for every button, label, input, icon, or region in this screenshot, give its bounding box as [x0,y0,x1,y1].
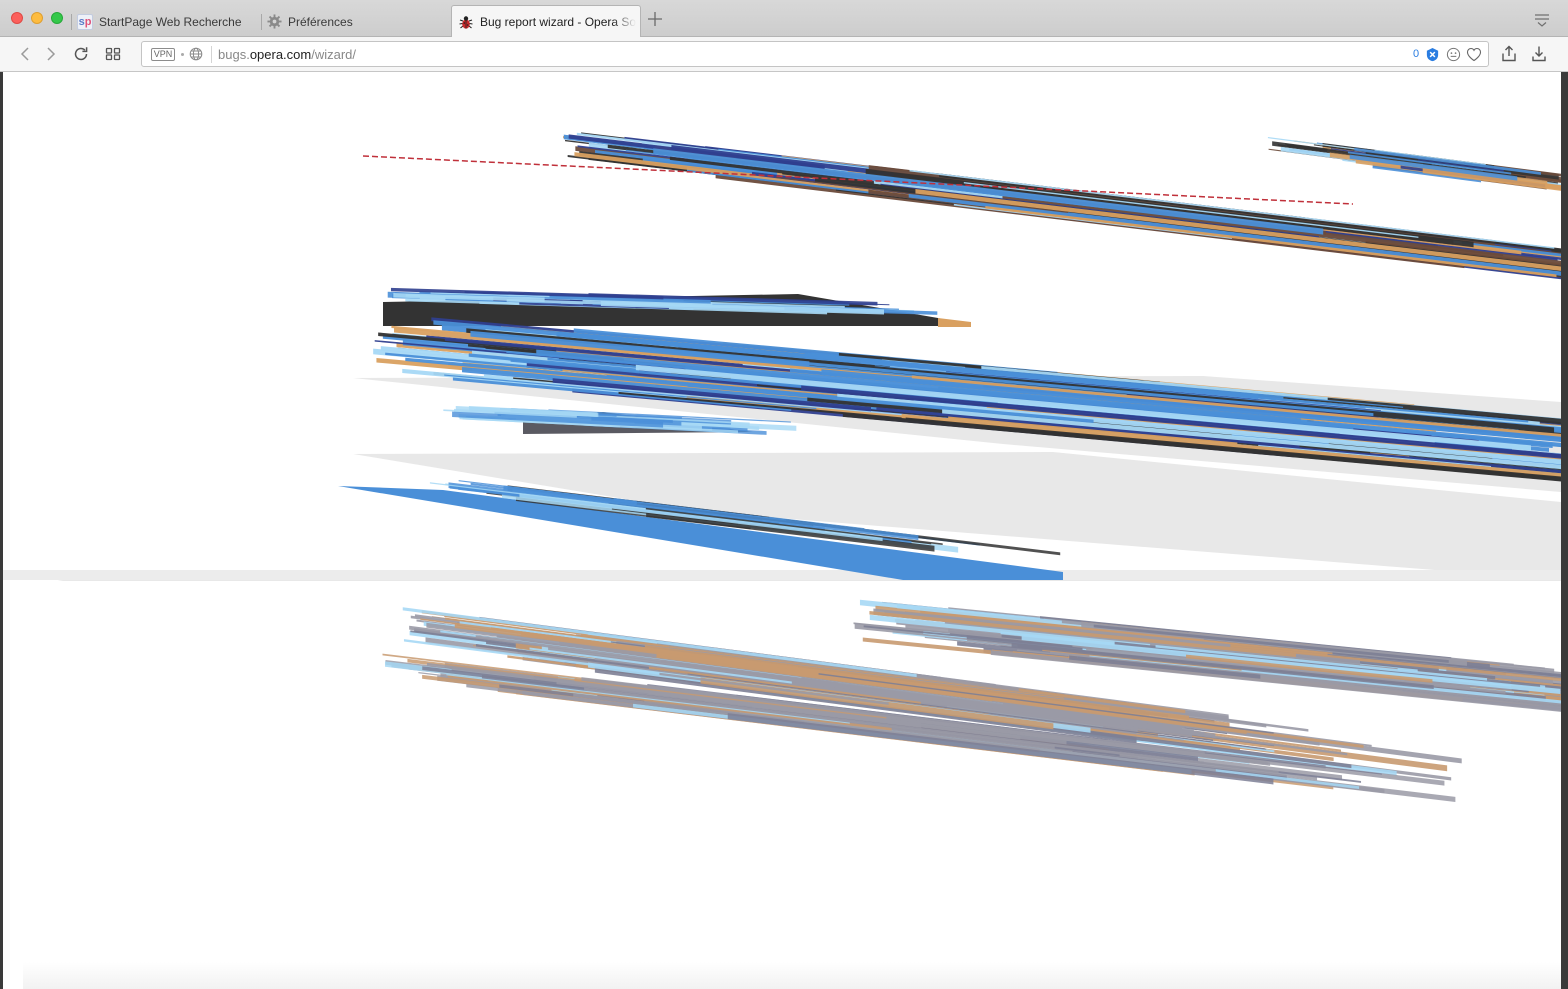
corrupted-streak [625,149,1105,209]
address-bar[interactable]: VPN bugs.opera.com/wizard/ 0 [141,41,1489,67]
corrupted-bar-edge [938,318,971,327]
reload-icon[interactable] [72,45,90,63]
startpage-icon: sp [77,13,93,30]
tab-menu-icon[interactable] [1533,13,1551,27]
share-icon[interactable] [1500,44,1518,63]
url-host: opera.com [249,47,312,62]
bug-icon [459,16,473,29]
zoom-window-button[interactable] [51,12,63,24]
gear-icon [267,14,282,29]
glitched-page-render [3,132,1561,989]
corrupted-streak [653,148,1324,235]
tab-startpage[interactable]: sp StartPage Web Recherche [71,6,259,37]
tab-label: Préférences [288,14,353,29]
ad-block-count: 0 [1413,48,1420,60]
vpn-badge[interactable]: VPN [151,48,175,61]
url-path: /wizard/ [311,47,357,62]
tab-preferences[interactable]: Préférences [261,6,449,37]
tab-bug-report-wizard[interactable]: Bug report wizard - Opera So [451,5,641,38]
corrupted-red-dashes [362,155,1354,205]
bottom-shade [23,962,1561,989]
close-window-button[interactable] [11,12,23,24]
address-divider [211,46,212,63]
emoji-icon[interactable] [1446,47,1461,62]
forward-icon[interactable] [42,45,60,63]
minimize-window-button[interactable] [31,12,43,24]
page-viewport[interactable] [3,72,1561,989]
download-icon[interactable] [1530,44,1548,63]
tab-label: StartPage Web Recherche [99,14,242,29]
url-subdomain: bugs. [218,47,250,62]
tab-strip: sp StartPage Web Recherche Préférences B… [0,0,1568,38]
globe-icon[interactable] [189,47,203,61]
back-icon[interactable] [16,45,34,63]
url-field[interactable]: bugs.opera.com/wizard/ [218,47,356,62]
speed-dial-icon[interactable] [104,45,122,63]
ad-block-icon[interactable] [1425,47,1440,62]
tab-separator [261,14,262,30]
window-edge-right [1561,72,1568,989]
new-tab-icon[interactable] [645,9,665,29]
vpn-status-dot [181,53,184,56]
heart-icon[interactable] [1466,47,1482,62]
address-toolbar: VPN bugs.opera.com/wizard/ 0 [0,37,1568,72]
gray-band [3,570,1561,580]
tab-label: Bug report wizard - Opera So [480,15,637,29]
tab-separator [71,14,72,30]
